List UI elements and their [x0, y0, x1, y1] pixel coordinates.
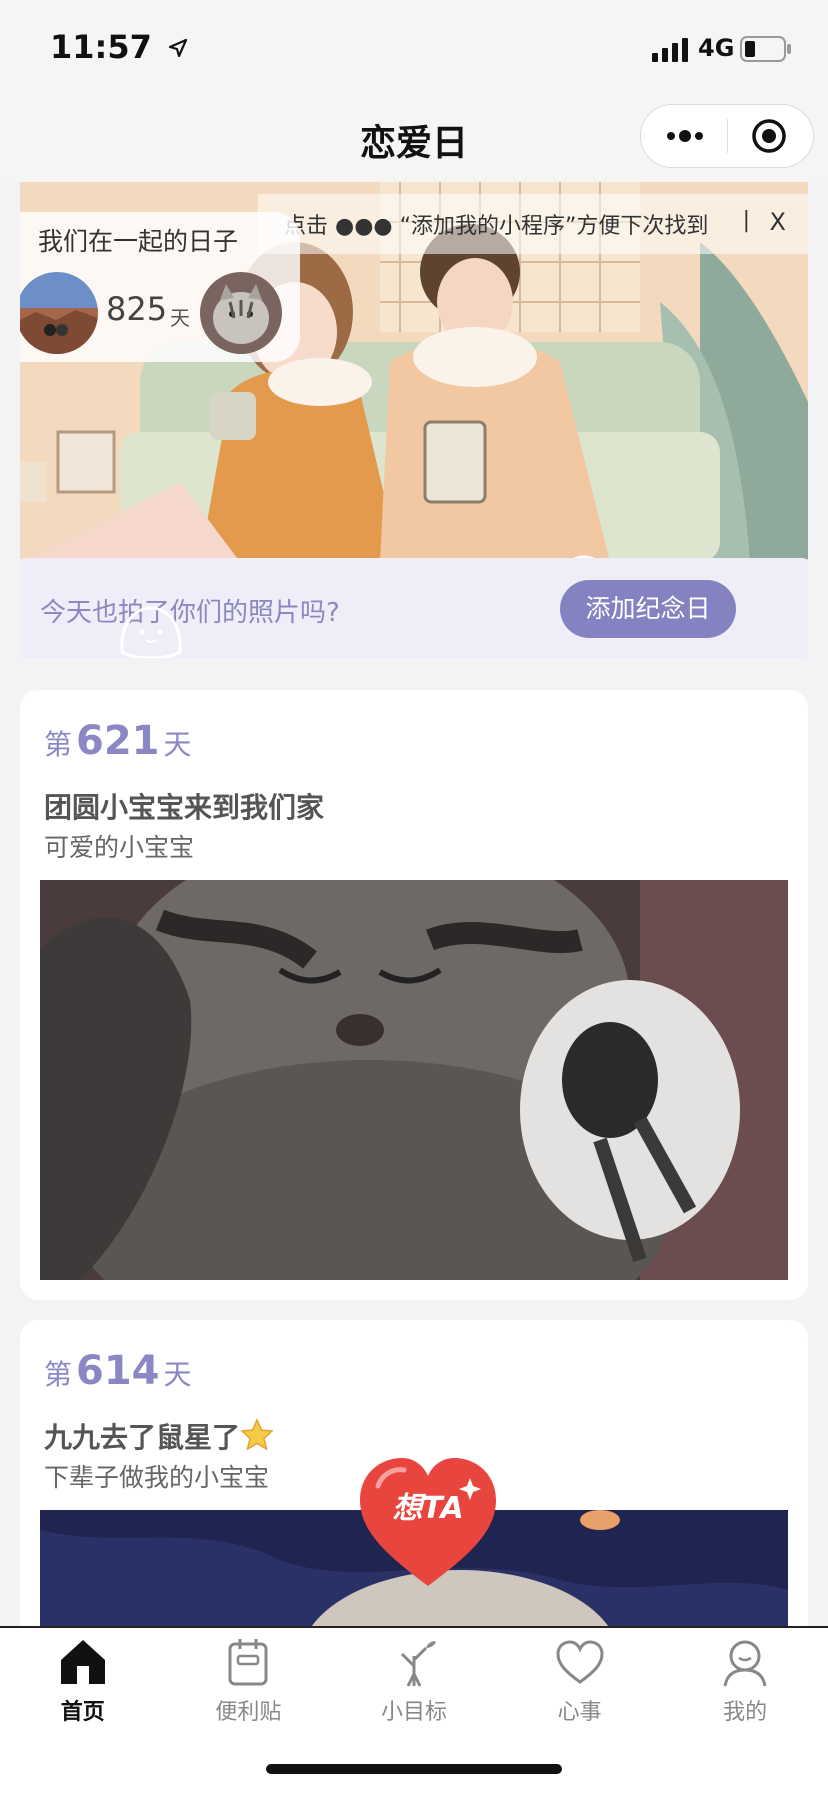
tab-label: 便利贴	[215, 1700, 282, 1725]
avatar-right[interactable]	[200, 272, 282, 354]
card-title: 团圆小宝宝来到我们家	[44, 791, 325, 824]
memory-card[interactable]: 第 621 天 团圆小宝宝来到我们家 可爱的小宝宝	[20, 690, 808, 1300]
day-suffix: 天	[163, 1358, 192, 1391]
days-unit: 天	[170, 306, 190, 330]
day-prefix: 第	[44, 728, 73, 761]
together-counter: 我们在一起的日子 825 天	[20, 212, 300, 362]
tab-label: 首页	[60, 1700, 105, 1725]
tab-label: 我的	[723, 1700, 768, 1725]
days-together: 825	[106, 290, 168, 328]
notepad-icon	[228, 1639, 268, 1686]
sprout-icon	[400, 1641, 436, 1687]
network-type: 4G	[698, 34, 735, 62]
home-icon	[60, 1640, 105, 1684]
nav-bar: 恋爱日	[0, 100, 828, 182]
card-subtitle: 可爱的小宝宝	[44, 833, 195, 862]
signal-icon	[652, 38, 688, 62]
more-icon[interactable]	[665, 125, 705, 147]
tab-home[interactable]: 首页	[0, 1628, 166, 1794]
add-mini-program-tip: 点击 ●●● “添加我的小程序”方便下次找到 | X	[258, 194, 808, 254]
tip-text: 点击 ●●● “添加我的小程序”方便下次找到	[284, 214, 709, 239]
avatar-left[interactable]	[20, 272, 98, 354]
day-number: 614	[76, 1348, 160, 1394]
photo-prompt-text: 今天也拍了你们的照片吗?	[40, 598, 340, 628]
kitten-photo[interactable]	[40, 880, 788, 1280]
card-day-label: 第 614 天	[44, 1348, 192, 1394]
location-arrow-icon	[168, 38, 188, 58]
heart-label: 想TA	[392, 1491, 463, 1526]
add-anniversary-button[interactable]: 添加纪念日	[560, 580, 736, 638]
miss-ta-heart-button[interactable]: 想TA	[358, 1456, 498, 1592]
profile-icon	[723, 1640, 767, 1687]
decor-face-icon	[120, 606, 182, 658]
tab-profile[interactable]: 我的	[662, 1628, 828, 1794]
day-suffix: 天	[163, 728, 192, 761]
card-title-text: 九九去了鼠星了	[44, 1421, 241, 1454]
card-subtitle: 下辈子做我的小宝宝	[44, 1463, 270, 1492]
capsule-divider	[727, 119, 728, 153]
heart-icon	[556, 1640, 604, 1684]
mini-program-capsule	[640, 104, 814, 168]
battery-icon	[740, 36, 791, 62]
counter-title: 我们在一起的日子	[38, 227, 239, 256]
day-number: 621	[76, 718, 160, 764]
status-time: 11:57	[50, 28, 152, 66]
tab-label: 心事	[557, 1700, 602, 1725]
day-prefix: 第	[44, 1358, 73, 1391]
status-bar: 11:57 4G	[0, 0, 828, 100]
tip-divider: |	[742, 208, 750, 233]
home-indicator	[266, 1764, 562, 1774]
star-icon	[240, 1418, 274, 1451]
card-day-label: 第 621 天	[44, 718, 192, 764]
card-title: 九九去了鼠星了	[44, 1416, 274, 1456]
tip-close-button[interactable]: X	[770, 208, 786, 236]
close-target-icon[interactable]	[751, 118, 787, 154]
hero-banner: 点击 ●●● “添加我的小程序”方便下次找到 | X 我们在一起的日子 825 …	[20, 182, 808, 658]
tab-label: 小目标	[380, 1700, 447, 1725]
